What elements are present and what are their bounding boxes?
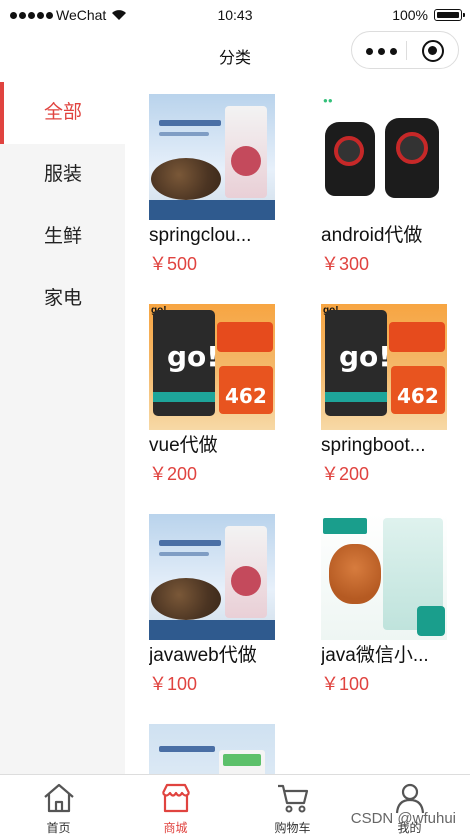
product-name: springboot...: [321, 435, 426, 456]
tab-shop[interactable]: 商城: [117, 775, 234, 837]
more-options-icon[interactable]: [366, 48, 397, 55]
product-name: java微信小...: [321, 645, 429, 666]
tab-profile[interactable]: 我的: [351, 775, 468, 837]
sidebar-item-clothing[interactable]: 服装: [0, 144, 125, 206]
close-mini-program-icon[interactable]: [422, 40, 444, 62]
sidebar-item-label: 服装: [44, 164, 83, 185]
product-image: go!go!462: [321, 304, 447, 430]
battery-icon: [434, 9, 465, 21]
sidebar-item-all[interactable]: 全部: [0, 82, 125, 144]
shop-icon: [162, 783, 190, 813]
product-card[interactable]: ●● android代做 ￥300: [321, 94, 470, 275]
product-image: [149, 724, 275, 774]
product-card[interactable]: go!go!462 vue代做 ￥200: [149, 304, 299, 485]
product-image: [149, 514, 275, 640]
category-sidebar: 全部 服装 生鲜 家电: [0, 82, 125, 774]
tab-label: 首页: [46, 821, 71, 835]
product-image: go!go!462: [149, 304, 275, 430]
sidebar-item-label: 全部: [44, 102, 83, 123]
sidebar-item-label: 生鲜: [44, 226, 83, 247]
product-price: ￥200: [321, 464, 370, 484]
home-icon: [44, 783, 74, 813]
product-card[interactable]: [149, 724, 299, 774]
battery-info: 100%: [392, 7, 465, 23]
sidebar-item-label: 家电: [44, 288, 83, 309]
mini-program-capsule: [351, 31, 459, 69]
battery-percent: 100%: [392, 7, 428, 23]
tab-label: 商城: [163, 821, 188, 835]
product-price: ￥500: [149, 254, 198, 274]
watermark: CSDN @wfuhui: [350, 810, 456, 827]
product-price: ￥300: [321, 254, 370, 274]
sidebar-item-fresh[interactable]: 生鲜: [0, 206, 125, 268]
navigation-bar: 分类: [0, 30, 470, 80]
capsule-divider: [406, 41, 407, 60]
product-image: [149, 94, 275, 220]
product-card[interactable]: javaweb代做 ￥100: [149, 514, 299, 695]
product-image: ●●: [321, 94, 447, 220]
product-card[interactable]: java微信小... ￥100: [321, 514, 470, 695]
product-name: android代做: [321, 225, 423, 246]
product-price: ￥100: [321, 674, 370, 694]
tab-home[interactable]: 首页: [0, 775, 117, 837]
status-bar: WeChat 10:43 100%: [0, 0, 470, 30]
cart-icon: [278, 784, 309, 813]
product-grid: springclou... ￥500 ●● android代做 ￥300 go!…: [125, 82, 470, 774]
product-name: javaweb代做: [149, 645, 257, 666]
product-name: vue代做: [149, 435, 218, 456]
tab-label: 购物车: [274, 821, 311, 835]
product-price: ￥200: [149, 464, 198, 484]
bottom-tab-bar: 首页 商城 购物车 我的: [0, 774, 470, 837]
tab-cart[interactable]: 购物车: [234, 775, 351, 837]
sidebar-item-appliances[interactable]: 家电: [0, 268, 125, 330]
product-image: [321, 514, 447, 640]
product-card[interactable]: go!go!462 springboot... ￥200: [321, 304, 470, 485]
product-card[interactable]: springclou... ￥500: [149, 94, 299, 275]
product-name: springclou...: [149, 225, 252, 246]
product-price: ￥100: [149, 674, 198, 694]
